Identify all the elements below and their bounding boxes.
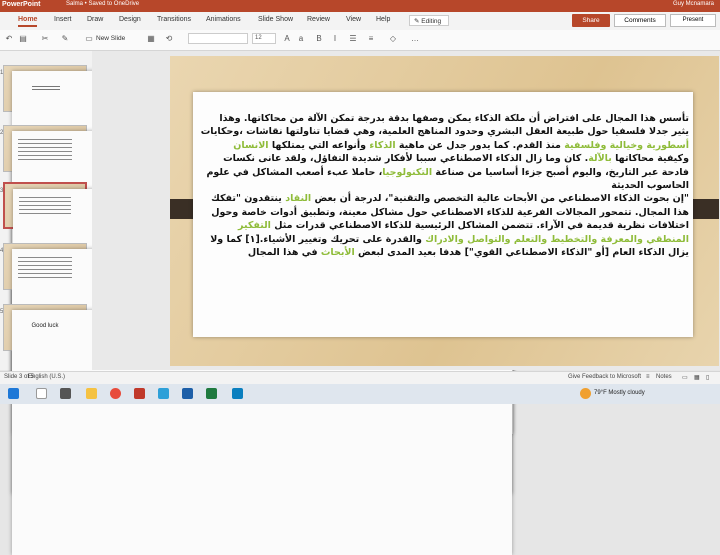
powerpoint-icon[interactable]	[134, 388, 145, 399]
hyperlink-text[interactable]: النقاد	[285, 193, 311, 204]
edge-icon[interactable]	[158, 388, 169, 399]
tab-transitions[interactable]: Transitions	[157, 16, 191, 23]
hyperlink-text[interactable]: الأبحاث	[321, 247, 355, 258]
undo-icon[interactable]: ↶	[4, 34, 14, 44]
slide-text-box[interactable]: تأسس هذا المجال على افتراض أن ملكة الذكا…	[199, 112, 689, 259]
sorter-view-icon[interactable]: ▦	[694, 374, 700, 381]
notes-icon[interactable]: ≡	[646, 374, 650, 380]
slide-thumbnail-3[interactable]	[3, 182, 513, 434]
format-painter-icon[interactable]: ✎	[60, 34, 70, 44]
text-run: وكيفية محاكاتها	[611, 153, 689, 165]
text-run: في هذا المجال	[247, 247, 321, 259]
text-run: تأسس هذا المجال على افتراض أن ملكة الذكا…	[219, 113, 689, 138]
share-label: Share	[582, 17, 600, 24]
text-run: منذ القدم. كما يدور جدل عن ماهية	[395, 139, 565, 151]
slide-thumbnail-1[interactable]	[3, 65, 512, 316]
layout-icon[interactable]: ▦	[146, 34, 156, 44]
italic-icon[interactable]: I	[330, 34, 340, 44]
text-run: "إن بحوث الذكاء الاصطناعي من الأبحاث عال…	[311, 193, 689, 205]
tab-home[interactable]: Home	[18, 16, 38, 27]
hyperlink-text[interactable]: أسطورية وخيالية وفلسفية	[564, 140, 689, 151]
ribbon-tabs: Home Insert Draw Design Transitions Anim…	[0, 12, 720, 30]
word-icon[interactable]	[182, 388, 193, 399]
thumb-label: Good luck	[31, 323, 59, 329]
comments-label: Comments	[624, 17, 656, 24]
status-bar: Slide 3 of 5 English (U.S.) Give Feedbac…	[0, 371, 720, 384]
align-icon[interactable]: ≡	[366, 34, 376, 44]
slide-thumbnail-pane: 1 2 3 4 5 Good luck	[0, 51, 513, 555]
share-button[interactable]: Share	[572, 14, 610, 27]
notes-button[interactable]: Notes	[656, 374, 672, 380]
title-bar: PowerPoint Salma • Saved to OneDrive Guy…	[0, 0, 720, 12]
bullets-icon[interactable]: ☰	[348, 34, 358, 44]
shapes-icon[interactable]: ◇	[388, 34, 398, 44]
comments-button[interactable]: Comments	[614, 14, 666, 27]
tab-insert[interactable]: Insert	[54, 16, 72, 23]
text-run: والقدرة على تحريك وتغيير الأشياء.	[259, 233, 426, 245]
hyperlink-text[interactable]: الذكاء	[369, 140, 395, 151]
search-icon[interactable]	[36, 388, 47, 399]
hyperlink-text[interactable]: الانسان	[233, 140, 268, 151]
app-name: PowerPoint	[2, 1, 41, 8]
tab-animations[interactable]: Animations	[206, 16, 241, 23]
new-slide-icon[interactable]: ▭	[84, 34, 94, 44]
feedback-link[interactable]: Give Feedback to Microsoft	[568, 374, 641, 380]
text-run: وأنواعه التي يمتلكها	[268, 139, 370, 151]
weather-icon[interactable]	[580, 388, 591, 399]
user-name[interactable]: Guy Mcnamara	[673, 1, 714, 7]
hyperlink-text[interactable]: بالآلة	[588, 153, 612, 164]
increase-font-icon[interactable]: A	[282, 34, 292, 44]
paste-icon[interactable]: ▤	[18, 34, 28, 44]
start-icon[interactable]	[8, 388, 19, 399]
bold-icon[interactable]: B	[314, 34, 324, 44]
text-run: ،وحكايات	[200, 126, 243, 138]
font-size-field[interactable]: 12	[252, 33, 276, 44]
present-button[interactable]: Present	[670, 14, 716, 27]
tab-slideshow[interactable]: Slide Show	[258, 16, 293, 23]
reading-view-icon[interactable]: ▯	[706, 374, 709, 381]
slide-thumbnail-5[interactable]: Good luck	[3, 304, 512, 555]
file-explorer-icon[interactable]	[86, 388, 97, 399]
tab-review[interactable]: Review	[307, 16, 330, 23]
slide-thumbnail-2[interactable]	[3, 125, 512, 376]
hyperlink-text[interactable]: التكنولوجيا	[382, 167, 432, 178]
tab-help[interactable]: Help	[376, 16, 390, 23]
chrome-icon[interactable]	[110, 388, 121, 399]
thumb-title-lines	[32, 84, 60, 91]
font-name-field[interactable]	[188, 33, 248, 44]
ribbon-toolbar: ↶ ▤ ✂ ✎ ▭ New Slide ▦ ⟲ A a B I ☰ ≡ ◇ …	[0, 30, 720, 51]
windows-taskbar: 79°F Mostly cloudy	[0, 384, 720, 404]
decrease-font-icon[interactable]: a	[296, 34, 306, 44]
task-view-icon[interactable]	[60, 388, 71, 399]
cut-icon[interactable]: ✂	[40, 34, 50, 44]
new-slide-button[interactable]: New Slide	[96, 35, 125, 42]
tab-view[interactable]: View	[346, 16, 361, 23]
language-indicator[interactable]: English (U.S.)	[28, 374, 65, 380]
normal-view-icon[interactable]: ▭	[682, 374, 688, 381]
weather-text[interactable]: 79°F Mostly cloudy	[594, 390, 645, 396]
slide-thumbnail-4[interactable]	[3, 243, 512, 494]
editing-dropdown[interactable]: ✎ Editing	[409, 15, 449, 26]
more-options-icon[interactable]: …	[410, 34, 420, 44]
editing-label: Editing	[421, 18, 442, 25]
tab-design[interactable]: Design	[119, 16, 141, 23]
telegram-icon[interactable]	[232, 388, 243, 399]
present-label: Present	[682, 17, 704, 23]
document-name[interactable]: Salma • Saved to OneDrive	[66, 1, 139, 7]
excel-icon[interactable]	[206, 388, 217, 399]
tab-draw[interactable]: Draw	[87, 16, 103, 23]
font-size-value: 12	[255, 35, 262, 41]
reset-icon[interactable]: ⟲	[164, 34, 174, 44]
decorative-tab-right	[689, 199, 719, 219]
